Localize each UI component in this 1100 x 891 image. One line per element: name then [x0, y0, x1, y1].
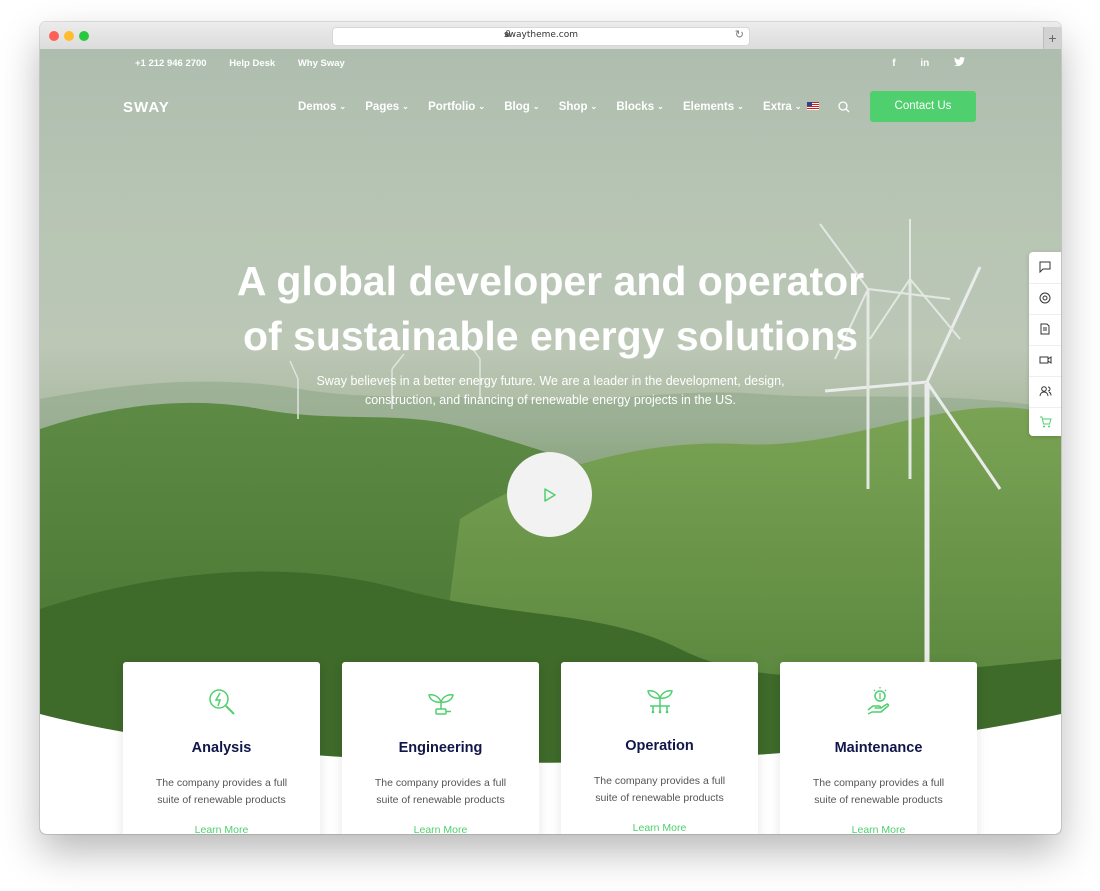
nav-label: Extra	[763, 101, 792, 113]
learn-more-link[interactable]: Learn More	[780, 824, 977, 834]
chat-icon[interactable]	[1029, 252, 1061, 284]
learn-more-link[interactable]: Learn More	[123, 824, 320, 834]
us-flag-icon[interactable]	[807, 102, 819, 110]
card-description: The company provides a full suite of rene…	[123, 775, 320, 809]
card-description-line: suite of renewable products	[814, 794, 943, 806]
hero-title-line-2: of sustainable energy solutions	[242, 313, 859, 359]
facebook-icon[interactable]: f	[892, 58, 895, 69]
chevron-down-icon: ⌄	[339, 102, 347, 111]
card-title: Engineering	[398, 740, 483, 756]
nav-label: Blocks	[616, 101, 655, 113]
hero-section: +1 212 946 2700 Help Desk Why Sway f in …	[40, 49, 1061, 834]
learn-more-link[interactable]: Learn More	[561, 822, 758, 834]
side-toolbar	[1029, 252, 1061, 436]
chevron-down-icon: ⌄	[532, 102, 540, 111]
service-card-engineering[interactable]: Engineering The company provides a full s…	[342, 662, 539, 834]
social-links: f in	[870, 57, 965, 69]
close-window-button[interactable]	[49, 31, 59, 41]
nav-label: Shop	[558, 101, 588, 113]
nav-item-demos[interactable]: Demos ⌄	[298, 101, 346, 113]
linkedin-icon[interactable]: in	[920, 58, 929, 69]
chevron-down-icon: ⌄	[590, 102, 598, 111]
reload-icon[interactable]: ↻	[735, 28, 744, 41]
card-title: Maintenance	[834, 740, 923, 756]
why-sway-link[interactable]: Why Sway	[298, 58, 345, 69]
card-description-line: The company provides a full	[155, 777, 288, 789]
support-icon[interactable]	[1029, 283, 1061, 315]
users-icon[interactable]	[1029, 376, 1061, 408]
plant-circuit-icon	[647, 690, 673, 714]
nav-item-pages[interactable]: Pages ⌄	[365, 101, 409, 113]
chevron-down-icon: ⌄	[737, 102, 744, 111]
nav-item-extra[interactable]: Extra ⌄	[763, 101, 801, 113]
card-description-line: suite of renewable products	[376, 794, 505, 806]
service-card-operation[interactable]: Operation The company provides a full sui…	[561, 662, 758, 834]
document-icon[interactable]	[1029, 314, 1061, 346]
main-nav: Demos ⌄ Pages ⌄ Portfolio ⌄ Blog ⌄ Shop ⌄ Blo…	[298, 101, 818, 113]
magnifier-energy-icon	[209, 689, 235, 715]
hero-subtitle-line-2: construction, and financing of renewable…	[364, 393, 737, 407]
nav-label: Blog	[504, 101, 530, 113]
card-title: Analysis	[191, 740, 252, 756]
nav-item-shop[interactable]: Shop ⌄	[559, 101, 597, 113]
new-tab-button[interactable]: +	[1043, 27, 1061, 49]
hand-coin-icon	[867, 687, 890, 715]
search-icon[interactable]	[838, 100, 850, 118]
play-icon	[544, 488, 556, 502]
nav-label: Elements	[683, 101, 735, 113]
card-description: The company provides a full suite of rene…	[342, 775, 539, 809]
contact-us-button[interactable]: Contact Us	[870, 91, 976, 122]
hero-subtitle-line-1: Sway believes in a better energy future.…	[316, 374, 785, 388]
service-card-analysis[interactable]: Analysis The company provides a full suit…	[123, 662, 320, 834]
hero-subtitle: Sway believes in a better energy future.…	[40, 372, 1061, 410]
card-title: Operation	[625, 738, 694, 754]
phone-link[interactable]: +1 212 946 2700	[135, 58, 207, 69]
chevron-down-icon: ⌄	[794, 102, 802, 111]
nav-item-blocks[interactable]: Blocks ⌄	[616, 101, 663, 113]
hero-title-line-1: A global developer and operator	[236, 258, 865, 304]
minimize-window-button[interactable]	[64, 31, 74, 41]
plant-plug-icon	[428, 694, 454, 715]
site-logo[interactable]: SWAY	[123, 99, 170, 116]
card-description: The company provides a full suite of rene…	[561, 773, 758, 807]
card-description-line: The company provides a full	[374, 777, 507, 789]
nav-label: Portfolio	[428, 101, 476, 113]
card-description-line: suite of renewable products	[157, 794, 286, 806]
nav-item-elements[interactable]: Elements ⌄	[683, 101, 744, 113]
twitter-icon[interactable]	[954, 57, 965, 69]
maximize-window-button[interactable]	[79, 31, 89, 41]
cart-icon[interactable]	[1029, 407, 1061, 438]
chevron-down-icon: ⌄	[657, 102, 664, 111]
nav-label: Pages	[365, 101, 400, 113]
video-icon[interactable]	[1029, 345, 1061, 377]
address-bar[interactable]: swaytheme.com ↻	[332, 27, 750, 46]
browser-window: swaytheme.com ↻ + +1 212 946 2700 Help D…	[40, 22, 1061, 834]
nav-item-portfolio[interactable]: Portfolio ⌄	[428, 101, 485, 113]
chevron-down-icon: ⌄	[478, 102, 486, 111]
browser-toolbar: swaytheme.com ↻ +	[40, 22, 1061, 50]
card-description-line: suite of renewable products	[595, 792, 724, 804]
play-video-button[interactable]	[507, 452, 592, 537]
hero-title: A global developer and operator of susta…	[40, 254, 1061, 364]
nav-label: Demos	[298, 101, 337, 113]
card-description-line: The company provides a full	[812, 777, 945, 789]
url-text: swaytheme.com	[503, 30, 579, 40]
top-info-bar: +1 212 946 2700 Help Desk Why Sway	[135, 58, 365, 69]
card-description: The company provides a full suite of rene…	[780, 775, 977, 809]
card-description-line: The company provides a full	[593, 775, 726, 787]
learn-more-link[interactable]: Learn More	[342, 824, 539, 834]
nav-item-blog[interactable]: Blog ⌄	[504, 101, 539, 113]
chevron-down-icon: ⌄	[402, 102, 409, 111]
help-desk-link[interactable]: Help Desk	[229, 58, 275, 69]
service-card-maintenance[interactable]: Maintenance The company provides a full s…	[780, 662, 977, 834]
